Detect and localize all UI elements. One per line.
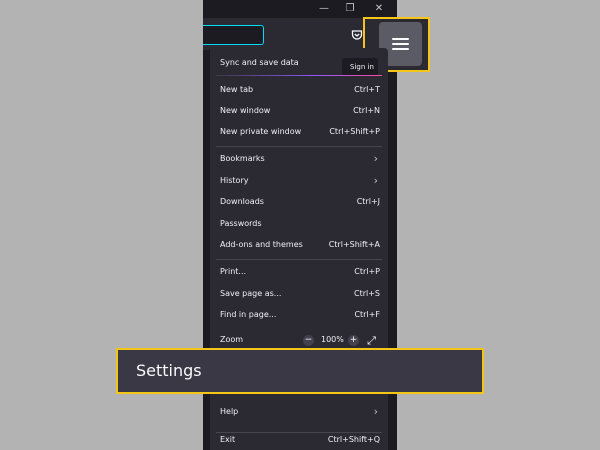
menu-item-new-tab[interactable]: New tab Ctrl+T — [210, 80, 388, 100]
menu-item-bookmarks[interactable]: Bookmarks › — [210, 149, 388, 169]
url-bar[interactable] — [203, 25, 264, 45]
sign-in-button[interactable]: Sign in — [342, 58, 378, 76]
settings-label: Settings — [136, 361, 202, 380]
shortcut-label: Ctrl+N — [353, 106, 380, 115]
shortcut-label: Ctrl+T — [354, 85, 380, 94]
menu-item-history[interactable]: History › — [210, 171, 388, 191]
shortcut-label: Ctrl+S — [353, 289, 380, 298]
menu-item-passwords[interactable]: Passwords — [210, 214, 388, 234]
fullscreen-icon[interactable]: ⤢ — [366, 335, 377, 346]
menu-item-print[interactable]: Print... Ctrl+P — [210, 262, 388, 282]
shortcut-label: Ctrl+Shift+A — [328, 240, 380, 249]
menu-item-settings[interactable]: Settings — [116, 348, 484, 394]
shortcut-label: Ctrl+Shift+Q — [327, 435, 380, 444]
menu-separator — [216, 259, 382, 260]
sync-row: Sync and save data Sign in — [210, 53, 388, 76]
pocket-icon[interactable] — [351, 29, 363, 41]
shortcut-label: Ctrl+J — [356, 197, 380, 206]
close-icon[interactable]: ✕ — [371, 1, 387, 17]
menu-item-save-page[interactable]: Save page as... Ctrl+S — [210, 284, 388, 304]
zoom-out-button[interactable]: − — [303, 335, 314, 346]
chevron-right-icon: › — [373, 152, 378, 165]
shortcut-label: Ctrl+P — [354, 267, 380, 276]
menu-item-find-in-page[interactable]: Find in page... Ctrl+F — [210, 305, 388, 325]
zoom-row: Zoom − 100% + ⤢ — [210, 330, 388, 350]
shortcut-label: Ctrl+Shift+P — [329, 127, 380, 136]
restore-icon[interactable]: ❐ — [342, 1, 358, 17]
zoom-in-button[interactable]: + — [348, 335, 359, 346]
menu-item-addons-themes[interactable]: Add-ons and themes Ctrl+Shift+A — [210, 235, 388, 255]
zoom-label: Zoom — [220, 335, 244, 344]
menu-item-new-private-window[interactable]: New private window Ctrl+Shift+P — [210, 122, 388, 142]
menu-separator — [216, 146, 382, 147]
hamburger-icon — [392, 38, 409, 40]
menu-item-exit[interactable]: Exit Ctrl+Shift+Q — [210, 430, 388, 450]
chevron-right-icon: › — [373, 405, 378, 418]
menu-item-help[interactable]: Help › — [210, 402, 388, 422]
shortcut-label: Ctrl+F — [354, 310, 380, 319]
zoom-level[interactable]: 100% — [321, 330, 344, 350]
sync-label: Sync and save data — [220, 58, 299, 67]
sync-separator — [216, 75, 382, 76]
minimize-icon[interactable]: — — [316, 1, 332, 17]
menu-item-downloads[interactable]: Downloads Ctrl+J — [210, 192, 388, 212]
menu-item-new-window[interactable]: New window Ctrl+N — [210, 101, 388, 121]
title-bar: — ❐ ✕ — [203, 0, 397, 18]
chevron-right-icon: › — [373, 174, 378, 187]
